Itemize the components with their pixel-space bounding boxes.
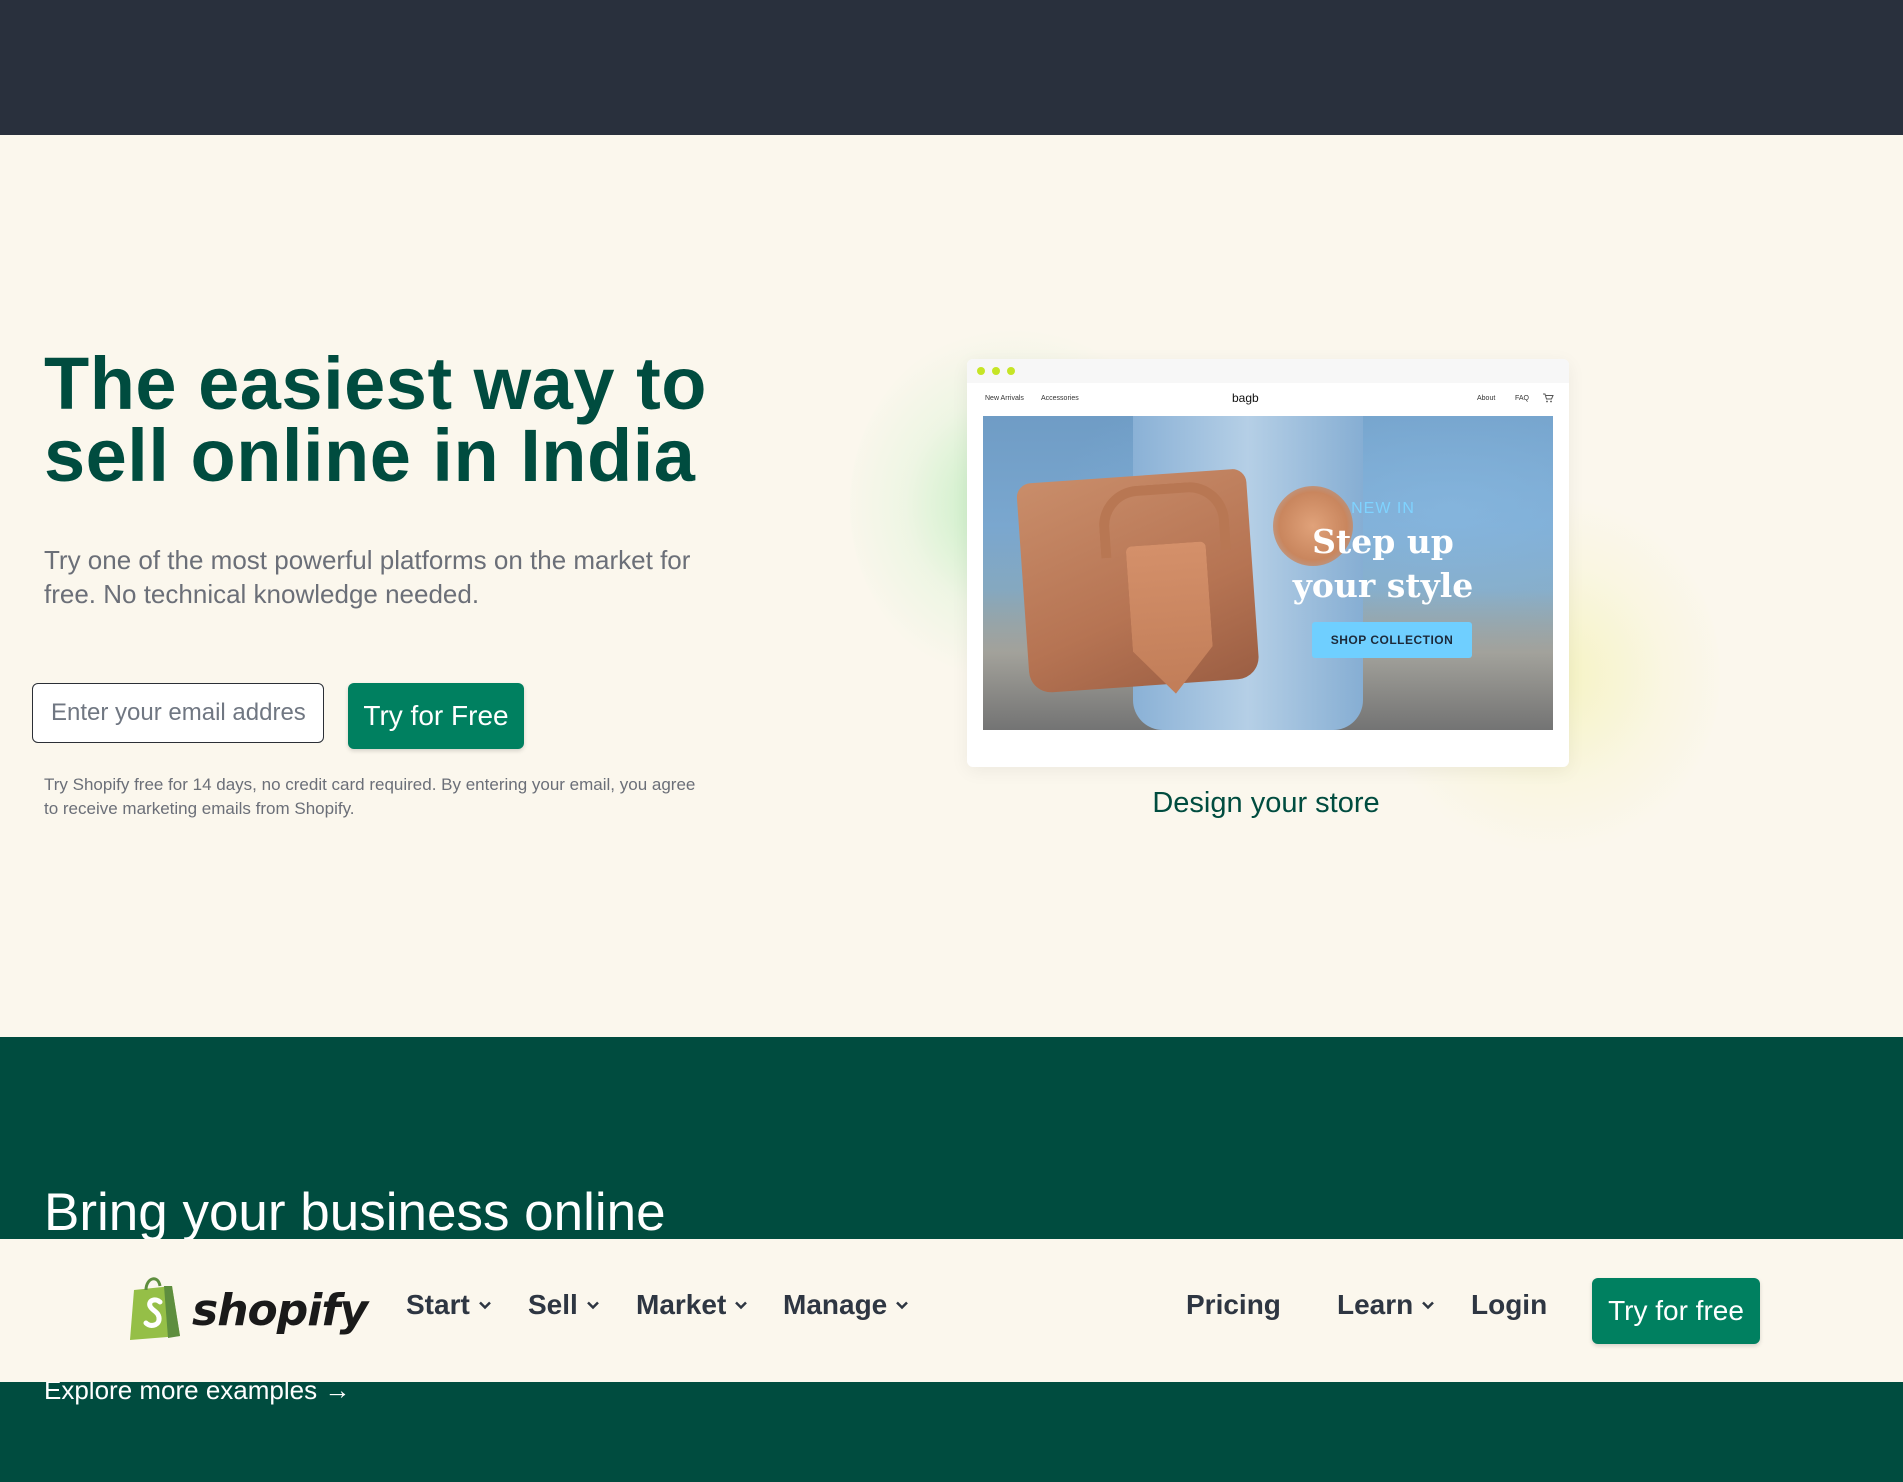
nav-learn-label: Learn — [1337, 1289, 1414, 1320]
nav-start-label: Start — [406, 1289, 470, 1320]
chevron-down-icon — [735, 1301, 748, 1310]
bag-flap — [1126, 541, 1216, 696]
nav-market-label: Market — [636, 1289, 727, 1320]
mockup-nav-new-arrivals: New Arrivals — [985, 395, 1024, 402]
hero-subtitle: Try one of the most powerful platforms o… — [44, 545, 691, 609]
nav-pricing-label: Pricing — [1186, 1289, 1281, 1320]
nav-start[interactable]: Start — [406, 1289, 492, 1321]
mockup-store-nav: New Arrivals Accessories bagb About FAQ — [967, 383, 1569, 415]
mockup-nav-about: About — [1477, 395, 1496, 402]
email-input[interactable] — [32, 683, 324, 743]
nav-sell-label: Sell — [528, 1289, 578, 1320]
mockup-nav-faq: FAQ — [1515, 395, 1530, 402]
hero-title: The easiest way to sell online in India — [44, 342, 707, 497]
window-dot-icon — [977, 367, 985, 375]
chevron-down-icon — [586, 1301, 599, 1310]
shopify-bag-icon — [126, 1274, 184, 1347]
nav-learn[interactable]: Learn — [1337, 1289, 1435, 1321]
nav-market[interactable]: Market — [636, 1289, 748, 1321]
nav-sell[interactable]: Sell — [528, 1289, 600, 1321]
window-dot-icon — [1007, 367, 1015, 375]
mockup-new-in-badge: NEW IN — [1351, 500, 1415, 517]
nav-manage[interactable]: Manage — [783, 1289, 909, 1321]
mockup-shop-collection-button: SHOP COLLECTION — [1312, 622, 1472, 658]
nav-try-for-free-button[interactable]: Try for free — [1592, 1278, 1760, 1344]
try-for-free-button[interactable]: Try for Free — [348, 683, 524, 749]
chevron-down-icon — [1422, 1301, 1435, 1310]
browser-top-bar — [0, 0, 1903, 135]
window-dot-icon — [992, 367, 1000, 375]
cart-icon — [1542, 393, 1554, 405]
nav-login-label: Login — [1471, 1289, 1548, 1320]
nav-pricing[interactable]: Pricing — [1186, 1289, 1281, 1321]
chevron-down-icon — [478, 1301, 491, 1310]
shopify-logo[interactable]: shopify — [126, 1274, 368, 1347]
logo-wordmark: shopify — [192, 1284, 368, 1336]
sticky-nav-bar: shopify Start Sell Market Manage Pricing… — [0, 1239, 1903, 1382]
handbag-image — [1015, 468, 1261, 696]
nav-login[interactable]: Login — [1471, 1289, 1547, 1321]
design-your-store-caption: Design your store — [1152, 787, 1380, 819]
mockup-hero-image: NEW IN Step up your style game SHOP COLL… — [983, 416, 1553, 730]
nav-manage-label: Manage — [783, 1289, 888, 1320]
section-title: Bring your business online — [44, 1183, 666, 1242]
trial-disclaimer: Try Shopify free for 14 days, no credit … — [44, 775, 696, 818]
mockup-nav-accessories: Accessories — [1041, 395, 1079, 402]
store-mockup: New Arrivals Accessories bagb About FAQ … — [967, 359, 1569, 767]
mockup-store-name: bagb — [1232, 391, 1259, 405]
mockup-window-chrome — [967, 359, 1569, 383]
chevron-down-icon — [896, 1301, 909, 1310]
hero-section: The easiest way to sell online in India … — [0, 135, 1903, 1037]
